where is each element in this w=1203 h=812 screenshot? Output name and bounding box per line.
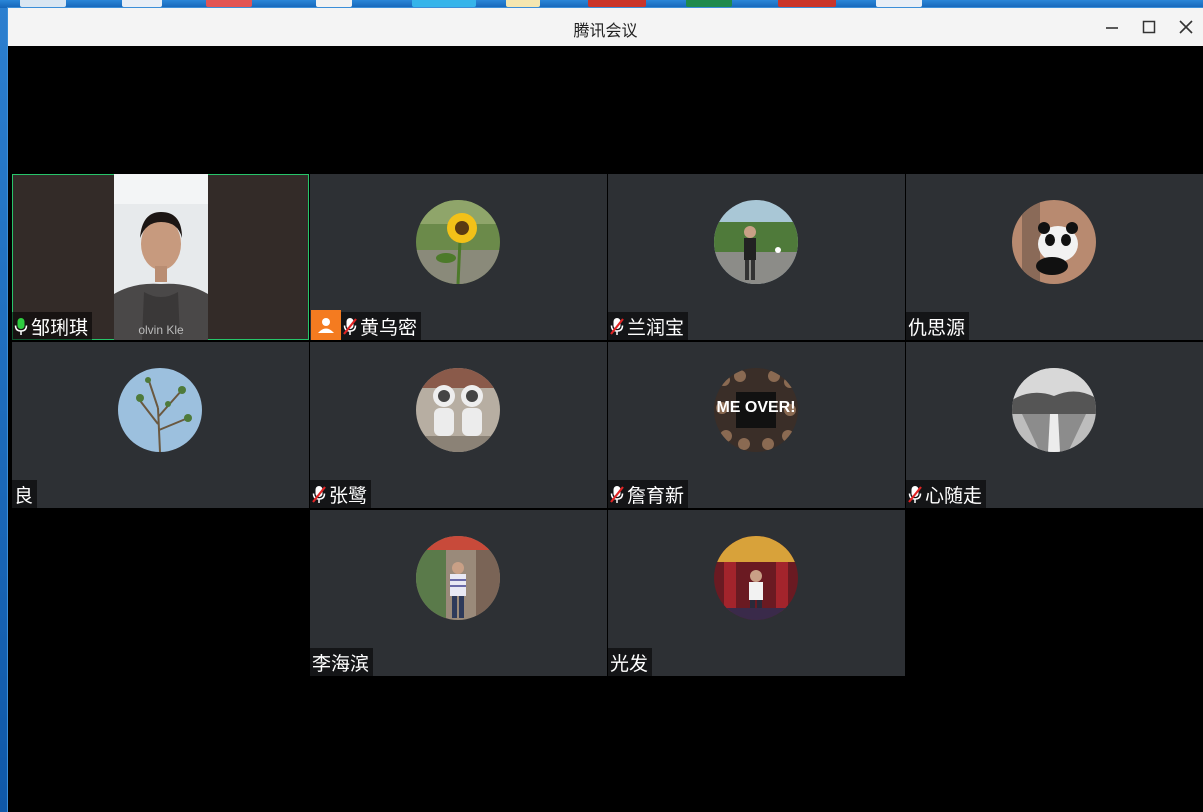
taskbar-thumb[interactable]: [876, 0, 922, 7]
avatar: ME OVER!: [714, 368, 798, 452]
taskbar-thumb[interactable]: [778, 0, 836, 7]
meeting-window: 腾讯会议 olvin Kle 邹琍琪 黄乌密 兰润宝 仇思源 良 张鹭 ME O…: [8, 8, 1203, 812]
participant-name-tag: 邹琍琪: [12, 312, 93, 340]
participant-name-tag: 仇思源: [906, 312, 970, 340]
participant-name-tag: 光发: [608, 648, 653, 676]
avatar: [1012, 368, 1096, 452]
maximize-button[interactable]: [1136, 14, 1162, 40]
participant-name-tag: 詹育新: [608, 480, 689, 508]
participant-tile[interactable]: 心随走: [906, 342, 1203, 508]
participant-name-tag: 心随走: [906, 480, 987, 508]
taskbar-thumb[interactable]: [316, 0, 352, 7]
participant-name: 黄乌密: [360, 316, 418, 339]
participant-name: 仇思源: [908, 316, 966, 339]
participant-name: 心随走: [925, 484, 983, 507]
minimize-icon: [1106, 27, 1118, 29]
participant-name: 李海滨: [312, 652, 370, 675]
avatar: [118, 368, 202, 452]
taskbar-thumb[interactable]: [206, 0, 252, 7]
host-icon: [318, 318, 334, 333]
participant-name-tag: 良: [12, 480, 38, 508]
participant-tile[interactable]: 仇思源: [906, 174, 1203, 340]
participant-name: 光发: [610, 652, 649, 675]
participant-name-tag: 张鹭: [310, 480, 372, 508]
taskbar-thumb[interactable]: [412, 0, 476, 7]
host-badge: [311, 310, 341, 340]
taskbar-thumb[interactable]: [20, 0, 66, 7]
avatar: [416, 368, 500, 452]
avatar-image-text: ME OVER!: [716, 399, 795, 416]
taskbar: [0, 0, 1203, 8]
participant-tile[interactable]: ME OVER! 詹育新: [608, 342, 905, 508]
video-grid: olvin Kle 邹琍琪 黄乌密 兰润宝 仇思源 良 张鹭 ME OVER! …: [8, 46, 1203, 812]
participant-name-tag: 李海滨: [310, 648, 374, 676]
desktop-background: [0, 8, 8, 812]
window-title: 腾讯会议: [573, 21, 638, 40]
title-bar[interactable]: 腾讯会议: [8, 8, 1203, 47]
microphone-muted-icon: [343, 317, 357, 336]
microphone-muted-icon: [312, 485, 326, 504]
taskbar-thumb[interactable]: [588, 0, 646, 7]
participant-name-tag: 兰润宝: [608, 312, 689, 340]
participant-tile[interactable]: 黄乌密: [310, 174, 607, 340]
participant-name-tag: 黄乌密: [341, 312, 422, 340]
avatar: [416, 200, 500, 284]
participant-tile[interactable]: 良: [12, 342, 309, 508]
participant-name: 邹琍琪: [31, 316, 89, 339]
participant-name: 詹育新: [627, 484, 685, 507]
avatar: [416, 536, 500, 620]
microphone-icon: [14, 317, 28, 336]
participant-tile[interactable]: 光发: [608, 510, 905, 676]
svg-text:olvin Kle: olvin Kle: [138, 323, 184, 337]
participant-tile[interactable]: 兰润宝: [608, 174, 905, 340]
avatar: [714, 200, 798, 284]
maximize-icon: [1142, 20, 1156, 34]
microphone-muted-icon: [610, 485, 624, 504]
participant-name: 兰润宝: [627, 316, 685, 339]
participant-tile[interactable]: olvin Kle 邹琍琪: [12, 174, 309, 340]
taskbar-thumb[interactable]: [506, 0, 540, 7]
participant-tile[interactable]: 张鹭: [310, 342, 607, 508]
minimize-button[interactable]: [1099, 14, 1125, 40]
participant-name: 良: [14, 484, 34, 507]
microphone-muted-icon: [610, 317, 624, 336]
taskbar-thumb[interactable]: [122, 0, 162, 7]
participant-video: olvin Kle: [114, 174, 208, 340]
microphone-muted-icon: [908, 485, 922, 504]
close-button[interactable]: [1173, 14, 1199, 40]
avatar: [714, 536, 798, 620]
taskbar-thumb[interactable]: [686, 0, 732, 7]
close-icon: [1179, 20, 1193, 34]
avatar: [1012, 200, 1096, 284]
participant-name: 张鹭: [329, 484, 368, 507]
participant-tile[interactable]: 李海滨: [310, 510, 607, 676]
